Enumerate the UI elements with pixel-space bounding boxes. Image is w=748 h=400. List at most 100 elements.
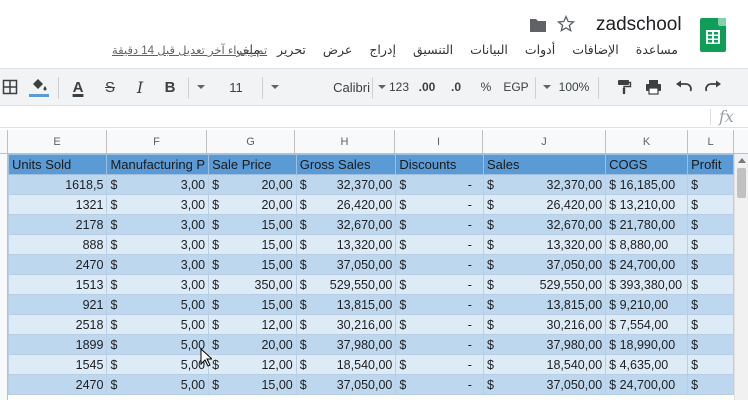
redo-button[interactable]: [701, 69, 725, 105]
font-select[interactable]: Calibri: [300, 69, 370, 105]
header-cell-sale-price[interactable]: Sale Price: [208, 154, 297, 175]
menu-tools[interactable]: أدوات: [525, 42, 555, 60]
sheets-logo-icon[interactable]: [700, 18, 726, 52]
undo-button[interactable]: [671, 69, 695, 105]
folder-icon[interactable]: [529, 17, 547, 33]
document-title[interactable]: zadschool: [596, 14, 682, 36]
cell-manufacturing-price[interactable]: $3,00: [106, 214, 210, 235]
column-header-f[interactable]: F: [107, 130, 207, 153]
cell-units-sold[interactable]: 2178: [8, 214, 108, 235]
cell-cogs[interactable]: $ 7,554,00: [605, 314, 689, 335]
cell-manufacturing-price[interactable]: $5,00: [106, 334, 210, 355]
strikethrough-button[interactable]: S: [98, 69, 122, 105]
increase-decimal-button[interactable]: .00: [414, 69, 440, 105]
header-cell-gross-sales[interactable]: Gross Sales: [295, 154, 397, 175]
cell-discounts[interactable]: $ -: [395, 354, 484, 375]
cell-sale-price[interactable]: $12,00: [208, 314, 297, 335]
currency-button[interactable]: EGP: [500, 69, 532, 105]
cell-cogs[interactable]: $ 18,990,00: [605, 334, 689, 355]
cell-cogs[interactable]: $ 9,210,00: [605, 294, 689, 315]
cell-gross-sales[interactable]: $13,815,00: [295, 294, 397, 315]
fill-color-button[interactable]: [26, 69, 52, 105]
cell-gross-sales[interactable]: $37,980,00: [295, 334, 397, 355]
cell-profit[interactable]: $: [687, 174, 734, 195]
star-icon[interactable]: [556, 14, 576, 34]
cell-discounts[interactable]: $ -: [395, 174, 484, 195]
cell-sales[interactable]: $37,980,00: [482, 334, 607, 355]
cell-units-sold[interactable]: 2470: [8, 254, 108, 275]
cell-cogs[interactable]: $ 393,380,00: [605, 274, 689, 295]
menu-help[interactable]: مساعدة: [636, 42, 678, 60]
column-header-j[interactable]: J: [483, 130, 606, 153]
cell-cogs[interactable]: $ 13,210,00: [605, 194, 689, 215]
cell-discounts[interactable]: $ -: [395, 254, 484, 275]
cell-discounts[interactable]: $ -: [395, 194, 484, 215]
zoom-dropdown-arrow[interactable]: [540, 69, 554, 105]
cell-gross-sales[interactable]: $37,050,00: [295, 374, 397, 395]
cell-discounts[interactable]: $ -: [395, 374, 484, 395]
cell-cogs[interactable]: $ 16,185,00: [605, 174, 689, 195]
cell-gross-sales[interactable]: $13,320,00: [295, 234, 397, 255]
cell-gross-sales[interactable]: $529,550,00: [295, 274, 397, 295]
cell-cogs[interactable]: $ 24,700,00: [605, 254, 689, 275]
cell-sale-price[interactable]: $20,00: [208, 334, 297, 355]
cell-manufacturing-price[interactable]: $3,00: [106, 254, 210, 275]
paint-format-button[interactable]: [612, 69, 636, 105]
cell-profit[interactable]: $: [687, 354, 734, 375]
column-header-h[interactable]: H: [295, 130, 395, 153]
cell-sale-price[interactable]: $15,00: [208, 254, 297, 275]
percent-button[interactable]: %: [473, 69, 499, 105]
zoom-select[interactable]: 100%: [556, 69, 592, 105]
cell-units-sold[interactable]: 1545: [8, 354, 108, 375]
column-header-g[interactable]: G: [207, 130, 295, 153]
cell-sale-price[interactable]: $20,00: [208, 194, 297, 215]
cell-manufacturing-price[interactable]: $3,00: [106, 174, 210, 195]
cell-sale-price[interactable]: $15,00: [208, 234, 297, 255]
cell-units-sold[interactable]: 921: [8, 294, 108, 315]
cell-sale-price[interactable]: $15,00: [208, 374, 297, 395]
header-cell-cogs[interactable]: COGS: [605, 154, 689, 175]
cell-sales[interactable]: $32,670,00: [482, 214, 607, 235]
cell-sales[interactable]: $37,050,00: [482, 254, 607, 275]
cell-profit[interactable]: $: [687, 294, 734, 315]
cell-sales[interactable]: $13,320,00: [482, 234, 607, 255]
borders-button[interactable]: [0, 69, 20, 105]
cell-gross-sales[interactable]: $32,670,00: [295, 214, 397, 235]
cell-discounts[interactable]: $ -: [395, 274, 484, 295]
last-edit-link[interactable]: تم إجراء آخر تعديل قبل 14 دقيقة: [112, 43, 267, 57]
cell-units-sold[interactable]: 2470: [8, 374, 108, 395]
header-cell-profit[interactable]: Profit: [687, 154, 734, 175]
cell-sales[interactable]: $18,540,00: [482, 354, 607, 375]
cell-units-sold[interactable]: 1618,5: [8, 174, 108, 195]
cell-cogs[interactable]: $ 8,880,00: [605, 234, 689, 255]
cell-profit[interactable]: $: [687, 334, 734, 355]
cell-units-sold[interactable]: 2518: [8, 314, 108, 335]
cell-profit[interactable]: $: [687, 374, 734, 395]
cell-cogs[interactable]: $ 21,780,00: [605, 214, 689, 235]
cell-sales[interactable]: $26,420,00: [482, 194, 607, 215]
cell-sale-price[interactable]: $15,00: [208, 214, 297, 235]
bold-button[interactable]: B: [158, 69, 182, 105]
cell-discounts[interactable]: $ -: [395, 314, 484, 335]
cell-discounts[interactable]: $ -: [395, 214, 484, 235]
cell-manufacturing-price[interactable]: $5,00: [106, 314, 210, 335]
scrollbar-thumb[interactable]: [737, 168, 746, 198]
cell-manufacturing-price[interactable]: $3,00: [106, 274, 210, 295]
font-size-dropdown-arrow[interactable]: [194, 69, 208, 105]
text-color-button[interactable]: A: [66, 69, 90, 105]
cell-profit[interactable]: $: [687, 274, 734, 295]
cell-cogs[interactable]: $ 24,700,00: [605, 374, 689, 395]
cell-gross-sales[interactable]: $26,420,00: [295, 194, 397, 215]
cell-gross-sales[interactable]: $37,050,00: [295, 254, 397, 275]
menu-addons[interactable]: الإضافات: [572, 42, 619, 60]
cell-profit[interactable]: $: [687, 234, 734, 255]
header-cell-discounts[interactable]: Discounts: [395, 154, 484, 175]
header-cell-sales[interactable]: Sales: [482, 154, 607, 175]
menu-edit[interactable]: تحرير: [277, 42, 306, 60]
cell-cogs[interactable]: $ 4,635,00: [605, 354, 689, 375]
formula-input[interactable]: [0, 106, 700, 127]
cell-gross-sales[interactable]: $32,370,00: [295, 174, 397, 195]
menu-data[interactable]: البيانات: [470, 42, 508, 60]
cell-profit[interactable]: $: [687, 254, 734, 275]
cell-manufacturing-price[interactable]: $5,00: [106, 374, 210, 395]
